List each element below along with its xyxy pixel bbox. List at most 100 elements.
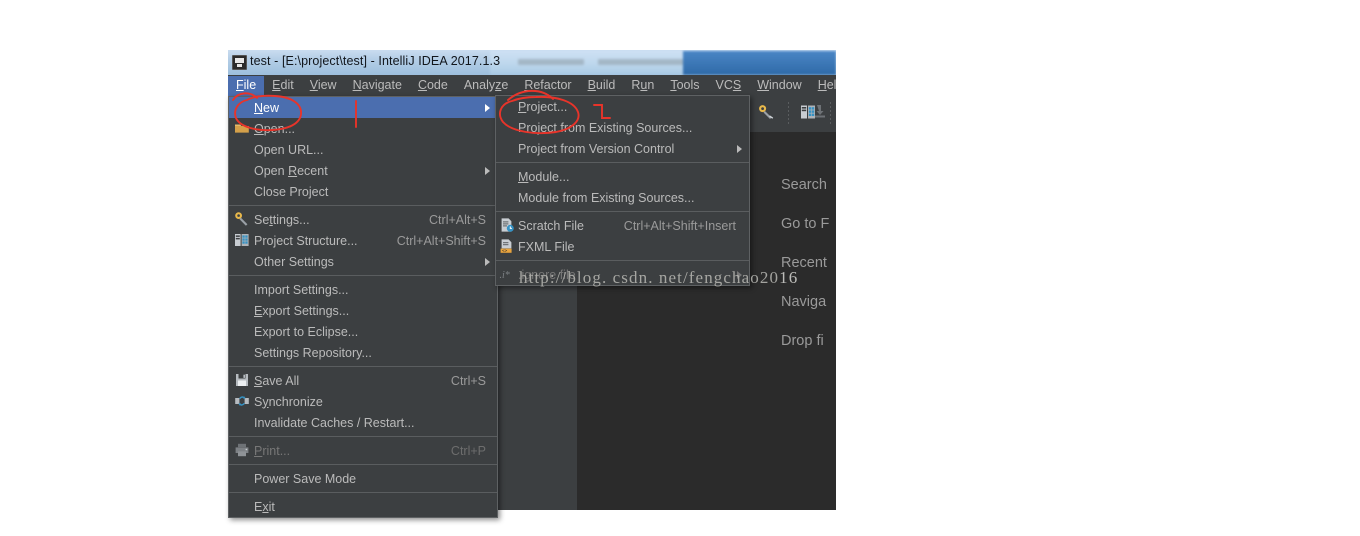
- window-title-bar: test - [E:\project\test] - IntelliJ IDEA…: [228, 50, 836, 75]
- file-menu-item-new[interactable]: New: [229, 97, 497, 118]
- new-submenu-item-label: Scratch File: [518, 218, 584, 233]
- file-menu-item-open-recent[interactable]: Open Recent: [229, 160, 497, 181]
- ignore-file-icon: .i*: [499, 266, 515, 282]
- file-menu-item-power-save-mode[interactable]: Power Save Mode: [229, 468, 497, 489]
- new-submenu-separator: [496, 260, 749, 261]
- file-menu-separator: [229, 492, 497, 493]
- settings-icon[interactable]: [758, 104, 778, 124]
- file-menu-item-label: Print...: [254, 443, 291, 458]
- submenu-arrow-icon: [737, 144, 742, 153]
- file-menu-item-shortcut: Ctrl+Alt+Shift+S: [396, 233, 486, 248]
- file-menu-item-invalidate-caches-restart[interactable]: Invalidate Caches / Restart...: [229, 412, 497, 433]
- screenshot-root: test - [E:\project\test] - IntelliJ IDEA…: [0, 0, 1360, 536]
- file-menu-separator: [229, 436, 497, 437]
- menubar-item-help[interactable]: Help: [810, 76, 836, 96]
- svg-text:.i*: .i*: [500, 270, 510, 281]
- file-menu-item-label: Export Settings...: [254, 303, 350, 318]
- project-structure-icon: [234, 232, 250, 248]
- menubar-item-build[interactable]: Build: [580, 76, 624, 96]
- menubar-item-analyze[interactable]: Analyze: [456, 76, 516, 96]
- watermark-tail: 16: [779, 268, 799, 287]
- file-menu-separator: [229, 275, 497, 276]
- file-menu-item-other-settings[interactable]: Other Settings: [229, 251, 497, 272]
- file-menu-item-settings[interactable]: Settings... Ctrl+Alt+S: [229, 209, 497, 230]
- file-menu-item-label: Close Project: [254, 184, 329, 199]
- file-menu-item-open-url[interactable]: Open URL...: [229, 139, 497, 160]
- file-menu-item-label: Project Structure...: [254, 233, 358, 248]
- menubar-item-view[interactable]: View: [302, 76, 345, 96]
- file-menu-separator: [229, 366, 497, 367]
- file-menu-item-shortcut: Ctrl+S: [450, 373, 486, 388]
- new-submenu-item-module[interactable]: Module...: [496, 166, 749, 187]
- main-menu-bar[interactable]: File Edit View Navigate Code Analyze Refactor B…: [228, 75, 836, 97]
- print-icon: [234, 442, 250, 458]
- new-submenu-item-project-from-existing-sources[interactable]: Project from Existing Sources...: [496, 117, 749, 138]
- new-submenu-item-shortcut: Ctrl+Alt+Shift+Insert: [623, 218, 736, 233]
- new-submenu-item-project-from-version-control[interactable]: Project from Version Control: [496, 138, 749, 159]
- menubar-item-window[interactable]: Window: [749, 76, 809, 96]
- folder-icon: [234, 120, 250, 136]
- file-menu-item-open[interactable]: Open...: [229, 118, 497, 139]
- file-menu-popup[interactable]: New Open... Open URL... Open Recent Close Pr…: [228, 96, 498, 518]
- file-menu-separator: [229, 205, 497, 206]
- new-submenu-item-fxml-file[interactable]: <> FXML File: [496, 236, 749, 257]
- file-menu-item-export-settings[interactable]: Export Settings...: [229, 300, 497, 321]
- title-bar-highlight-region: [683, 51, 836, 75]
- new-submenu-item-label: FXML File: [518, 239, 575, 254]
- new-submenu-item-module-from-existing-sources[interactable]: Module from Existing Sources...: [496, 187, 749, 208]
- synchronize-icon: [234, 393, 250, 409]
- fxml-file-icon: <>: [499, 238, 515, 254]
- new-submenu-item-project[interactable]: Project...: [496, 96, 749, 117]
- new-submenu-item-label: Project...: [518, 99, 568, 114]
- file-menu-item-synchronize[interactable]: Synchronize: [229, 391, 497, 412]
- watermark-main: http://blog. csdn. net/fengchao20: [519, 268, 780, 287]
- file-menu-item-export-to-eclipse[interactable]: Export to Eclipse...: [229, 321, 497, 342]
- unknown-tool-icon: [812, 103, 832, 123]
- file-menu-item-label: Save All: [254, 373, 300, 388]
- submenu-arrow-icon: [485, 166, 490, 175]
- file-menu-item-shortcut: Ctrl+P: [450, 443, 486, 458]
- new-submenu-separator: [496, 162, 749, 163]
- new-submenu-item-label: Module...: [518, 169, 570, 184]
- menubar-item-edit[interactable]: Edit: [264, 76, 302, 96]
- menubar-item-navigate[interactable]: Navigate: [345, 76, 410, 96]
- file-menu-item-label: Export to Eclipse...: [254, 324, 359, 339]
- submenu-arrow-icon: [485, 103, 490, 112]
- file-menu-item-settings-repository[interactable]: Settings Repository...: [229, 342, 497, 363]
- menubar-item-run[interactable]: Run: [623, 76, 662, 96]
- new-submenu-popup[interactable]: Project... Project from Existing Sources.…: [495, 95, 750, 286]
- file-menu-item-label: Open...: [254, 121, 296, 136]
- file-menu-item-label: Open Recent: [254, 163, 328, 178]
- save-all-icon: [234, 372, 250, 388]
- new-submenu-separator: [496, 211, 749, 212]
- menubar-item-tools[interactable]: Tools: [662, 76, 707, 96]
- menubar-item-code[interactable]: Code: [410, 76, 456, 96]
- welcome-hint-line: Naviga: [781, 294, 827, 310]
- file-menu-item-print: Print... Ctrl+P: [229, 440, 497, 461]
- file-menu-item-label: Settings...: [254, 212, 310, 227]
- file-menu-item-import-settings[interactable]: Import Settings...: [229, 279, 497, 300]
- new-submenu-item-label: Project from Existing Sources...: [518, 120, 693, 135]
- file-menu-item-save-all[interactable]: Save All Ctrl+S: [229, 370, 497, 391]
- file-menu-separator: [229, 464, 497, 465]
- file-menu-item-close-project[interactable]: Close Project: [229, 181, 497, 202]
- file-menu-item-shortcut: Ctrl+Alt+S: [429, 212, 486, 227]
- new-submenu-item-scratch-file[interactable]: Scratch File Ctrl+Alt+Shift+Insert: [496, 215, 749, 236]
- settings-icon: [234, 211, 250, 227]
- file-menu-item-label: Open URL...: [254, 142, 324, 157]
- file-menu-item-exit[interactable]: Exit: [229, 496, 497, 517]
- file-menu-item-label: New: [254, 100, 280, 115]
- scratch-file-icon: [499, 217, 515, 233]
- welcome-hint-line: Drop fi: [781, 333, 824, 349]
- file-menu-item-label: Settings Repository...: [254, 345, 372, 360]
- file-menu-item-label: Import Settings...: [254, 282, 349, 297]
- window-title: test - [E:\project\test] - IntelliJ IDEA…: [250, 54, 501, 68]
- menubar-item-refactor[interactable]: Refactor: [516, 76, 579, 96]
- menubar-item-vcs[interactable]: VCS: [708, 76, 750, 96]
- watermark-text: http://blog. csdn. net/fengchao2016: [519, 268, 798, 288]
- menubar-item-file[interactable]: File: [228, 75, 265, 96]
- svg-text:<>: <>: [502, 249, 508, 254]
- file-menu-item-project-structure[interactable]: Project Structure... Ctrl+Alt+Shift+S: [229, 230, 497, 251]
- file-menu-item-label: Power Save Mode: [254, 471, 357, 486]
- welcome-hint-line: Search: [781, 177, 827, 193]
